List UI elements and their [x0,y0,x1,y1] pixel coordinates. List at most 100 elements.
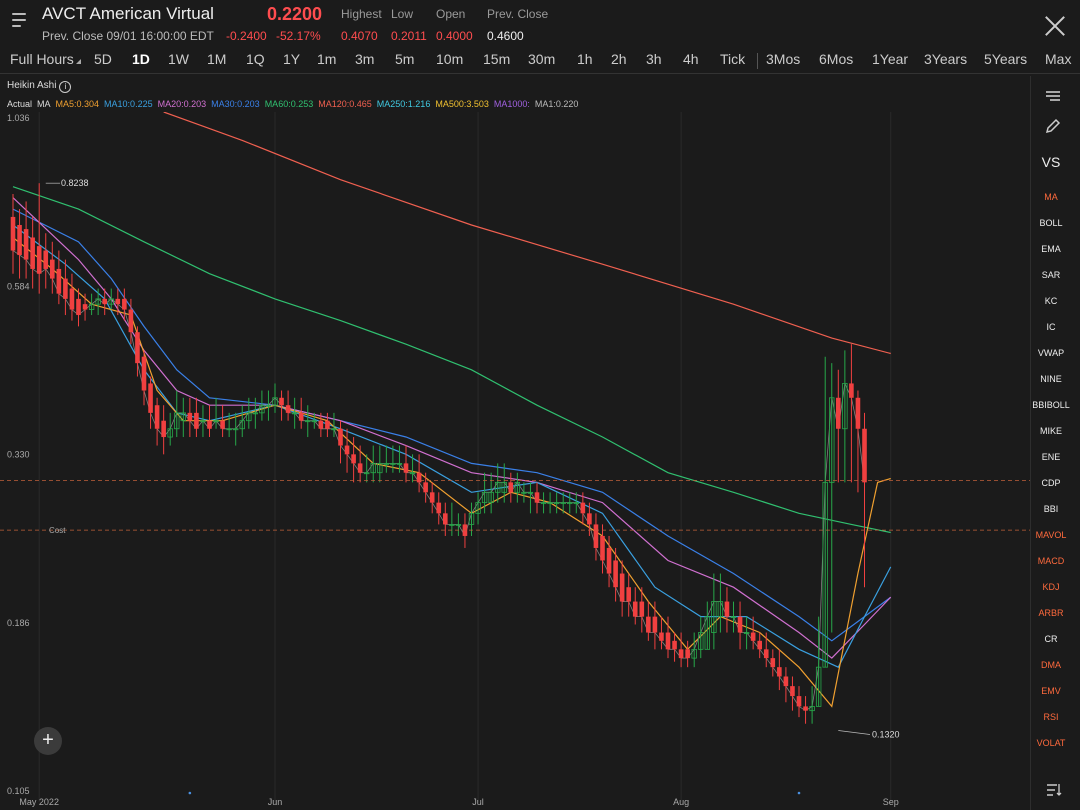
candle-body [790,686,795,697]
tab-5m[interactable]: 5m [395,51,414,67]
vs-button[interactable]: VS [1031,154,1071,170]
indicator-ic[interactable]: IC [1031,322,1071,332]
candle-body [803,706,808,711]
indicator-arbr[interactable]: ARBR [1031,608,1071,618]
indicator-dma[interactable]: DMA [1031,660,1071,670]
tab-2h[interactable]: 2h [611,51,627,67]
candle-body [76,298,81,316]
menu-icon[interactable] [12,13,30,29]
indicator-kc[interactable]: KC [1031,296,1071,306]
candle-body [82,304,88,310]
candle-body [672,640,677,650]
candle-body [606,547,612,574]
tab-1w[interactable]: 1W [168,51,189,67]
indicator-cr[interactable]: CR [1031,634,1071,644]
tab-3mos[interactable]: 3Mos [766,51,800,67]
candle-body [646,616,651,633]
candle-body [796,696,802,707]
tab-10m[interactable]: 10m [436,51,463,67]
indicator-sar[interactable]: SAR [1031,270,1071,280]
tab-full-hours[interactable]: Full Hours [10,51,81,67]
candle-body [43,250,49,269]
candle-body [757,640,762,650]
pencil-icon[interactable] [1041,116,1063,136]
candle-body [30,237,35,269]
indicator-boll[interactable]: BOLL [1031,218,1071,228]
candle-body [122,298,127,310]
candle-body [36,246,42,274]
event-dot [797,791,801,795]
candle-body [626,587,631,602]
y-tick-label: 0.186 [7,618,30,628]
tab-30m[interactable]: 30m [528,51,555,67]
stat-label-highest: Highest [341,7,382,21]
tab-5years[interactable]: 5Years [984,51,1027,67]
candle-body [665,632,671,650]
tab-15m[interactable]: 15m [483,51,510,67]
tab-max[interactable]: Max [1045,51,1071,67]
indicator-ema[interactable]: EMA [1031,244,1071,254]
tab-3m[interactable]: 3m [355,51,374,67]
indicator-ene[interactable]: ENE [1031,452,1071,462]
tab-1h[interactable]: 1h [577,51,593,67]
indicator-nine[interactable]: NINE [1031,374,1071,384]
candle-body [619,573,625,602]
add-button[interactable]: + [34,727,62,755]
indicator-mike[interactable]: MIKE [1031,426,1071,436]
candle-body [17,224,22,256]
list-icon[interactable] [1041,86,1063,106]
tab-6mos[interactable]: 6Mos [819,51,853,67]
close-icon[interactable] [1044,15,1066,37]
indicator-ma[interactable]: MA [1031,192,1071,202]
candle-body [338,428,343,446]
candle-body [580,502,586,514]
tab-4h[interactable]: 4h [683,51,699,67]
candle-body [652,616,658,633]
tab-1y[interactable]: 1Y [283,51,300,67]
price-change-pct: -52.17% [276,29,321,43]
indicator-vwap[interactable]: VWAP [1031,348,1071,358]
tab-1d[interactable]: 1D [132,51,150,67]
tab-1m[interactable]: 1M [207,51,226,67]
candle-body [443,513,448,525]
tab-1year[interactable]: 1Year [872,51,908,67]
tab-3h[interactable]: 3h [646,51,662,67]
candle-body [344,445,350,455]
ma-legend-item: MA500:3.503 [435,99,489,109]
indicator-kdj[interactable]: KDJ [1031,582,1071,592]
ma-legend-item: MA1:0.220 [534,99,579,109]
indicator-volat[interactable]: VOLAT [1031,738,1071,748]
candle-body [69,288,75,310]
indicator-cdp[interactable]: CDP [1031,478,1071,488]
candle-body [593,524,599,548]
indicator-bbi[interactable]: BBI [1031,504,1071,514]
indicator-rsi[interactable]: RSI [1031,712,1071,722]
price-chart[interactable]: May 2022 Jun Jul Aug Sep 1.036 0.584 0.330 0.186… [0,112,1030,810]
y-tick-label: 0.105 [7,786,30,796]
indicator-macd[interactable]: MACD [1031,556,1071,566]
tab-tick[interactable]: Tick [720,51,745,67]
candle-body [23,229,29,260]
candle-body [587,513,592,525]
tab-5d[interactable]: 5D [94,51,112,67]
indicator-mavol[interactable]: MAVOL [1031,530,1071,540]
cost-label: Cost [49,526,66,535]
tab-1q[interactable]: 1Q [246,51,265,67]
chart-mode-label: Heikin Ashi i [7,80,72,93]
indicator-bbiboll[interactable]: BBIBOLL [1031,400,1071,410]
ma-line-ma20 [12,197,892,659]
candle-body [298,412,304,421]
candle-body [194,412,199,429]
sort-icon[interactable] [1041,780,1063,800]
x-tick-label: May 2022 [19,797,59,807]
ma-legend-item: MA250:1.216 [376,99,431,109]
candle-body [613,560,618,588]
tab-1m[interactable]: 1m [317,51,336,67]
indicator-emv[interactable]: EMV [1031,686,1071,696]
candle-body [63,278,68,299]
x-tick-label: Jul [472,797,484,807]
x-tick-label: Jun [268,797,283,807]
tab-3years[interactable]: 3Years [924,51,967,67]
info-icon[interactable]: i [59,81,72,93]
candle-body [285,405,291,413]
